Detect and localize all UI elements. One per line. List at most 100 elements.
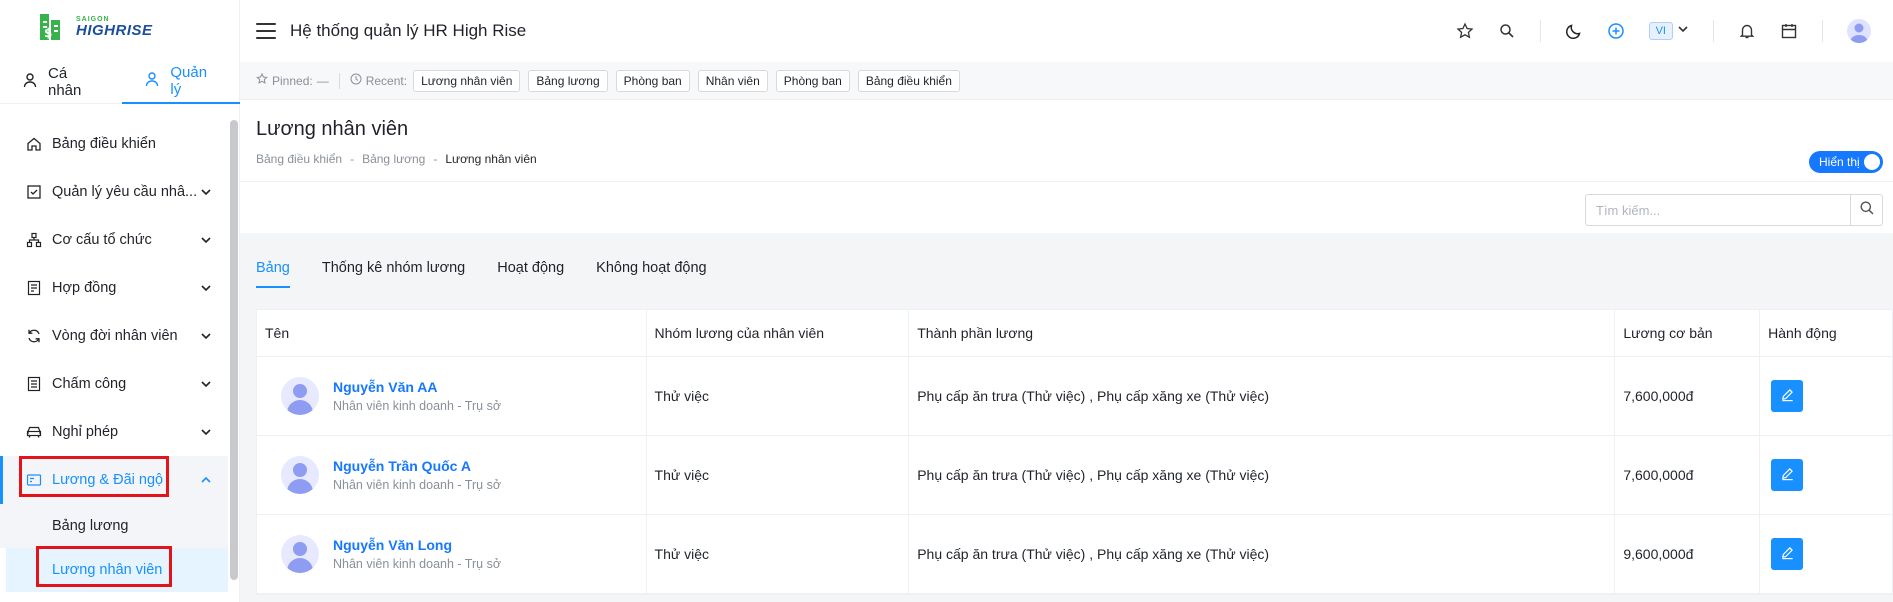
- page-header: Lương nhân viên Bảng điều khiển - Bảng l…: [240, 100, 1893, 182]
- search-input[interactable]: [1586, 195, 1850, 225]
- breadcrumb-separator: -: [433, 152, 438, 166]
- star-icon[interactable]: [1456, 22, 1474, 40]
- employee-avatar: [281, 377, 319, 415]
- edit-button[interactable]: [1771, 459, 1804, 491]
- edit-button[interactable]: [1771, 538, 1804, 570]
- tab-manager[interactable]: Quản lý: [122, 60, 240, 104]
- edit-button[interactable]: [1771, 380, 1804, 412]
- search-button[interactable]: [1850, 195, 1882, 225]
- column-header-salary-group[interactable]: Nhóm lương của nhân viên: [647, 310, 910, 356]
- sidebar-item-lifecycle[interactable]: Vòng đời nhân viên: [0, 312, 228, 360]
- tab-manager-label: Quản lý: [170, 64, 208, 98]
- search-icon[interactable]: [1498, 22, 1516, 40]
- cell-salary-components: Phụ cấp ăn trưa (Thử việc) , Phụ cấp xăn…: [909, 515, 1616, 593]
- breadcrumb-link[interactable]: Bảng lương: [362, 152, 425, 166]
- cell-salary-group: Thử việc: [647, 515, 910, 593]
- chevron-up-icon: [200, 474, 212, 486]
- brand-logo[interactable]: $ SAIGON HIGHRISE: [38, 12, 153, 42]
- tab-table[interactable]: Bảng: [256, 252, 290, 288]
- app-title: Hệ thống quản lý HR High Rise: [290, 21, 527, 40]
- recent-chip[interactable]: Phòng ban: [775, 69, 850, 92]
- pinned-recent-bar: Pinned: — Recent: Lương nhân viên Bảng l…: [240, 62, 1893, 100]
- employee-name-link[interactable]: Nguyễn Trần Quốc A: [333, 458, 501, 474]
- sidebar-item-label: Bảng điều khiển: [52, 136, 156, 152]
- recent-chip[interactable]: Lương nhân viên: [413, 69, 521, 92]
- pinned-section: Pinned: —: [256, 72, 329, 88]
- search-box: [1585, 194, 1883, 226]
- bell-icon[interactable]: [1738, 22, 1756, 40]
- employee-avatar: [281, 535, 319, 573]
- sidebar-subitem-payroll[interactable]: Bảng lương: [0, 504, 228, 548]
- page-title: Lương nhân viên: [256, 118, 409, 140]
- cell-salary-components: Phụ cấp ăn trưa (Thử việc) , Phụ cấp xăn…: [909, 436, 1616, 514]
- recent-chip[interactable]: Nhân viên: [697, 69, 768, 92]
- employee-name-link[interactable]: Nguyễn Văn AA: [333, 379, 501, 395]
- search-icon: [1859, 200, 1875, 221]
- user-avatar[interactable]: [1847, 19, 1871, 43]
- column-header-base-salary[interactable]: Lương cơ bản: [1615, 310, 1761, 356]
- mode-tabs: Cá nhân Quản lý: [0, 60, 240, 104]
- cell-employee: Nguyễn Văn Long Nhân viên kinh doanh - T…: [257, 515, 647, 593]
- top-header: Hệ thống quản lý HR High Rise VI: [240, 0, 1893, 62]
- car-icon: [26, 424, 42, 440]
- menu-toggle-icon[interactable]: [256, 23, 276, 39]
- search-row: [240, 183, 1893, 233]
- edit-icon: [1780, 387, 1795, 405]
- tab-salary-group-stats[interactable]: Thống kê nhóm lương: [322, 252, 465, 288]
- sidebar-item-label: Nghỉ phép: [52, 424, 119, 440]
- cell-base-salary: 9,600,000đ: [1615, 515, 1761, 593]
- tab-personal[interactable]: Cá nhân: [0, 60, 122, 104]
- tab-active[interactable]: Hoạt động: [497, 252, 564, 288]
- breadcrumb: Bảng điều khiển - Bảng lương - Lương nhâ…: [256, 152, 537, 166]
- cell-base-salary: 7,600,000đ: [1615, 436, 1761, 514]
- sidebar-item-requests[interactable]: Quản lý yêu cầu nhâ...: [0, 168, 228, 216]
- sidebar-item-label: Hợp đồng: [52, 280, 117, 296]
- column-header-components[interactable]: Thành phần lương: [909, 310, 1616, 356]
- table-row: Nguyễn Văn AA Nhân viên kinh doanh - Trụ…: [257, 357, 1892, 436]
- sidebar-scrollbar-thumb[interactable]: [230, 120, 238, 580]
- display-toggle[interactable]: Hiển thị: [1809, 151, 1883, 173]
- column-header-name[interactable]: Tên: [257, 310, 647, 356]
- plus-circle-icon[interactable]: [1607, 22, 1625, 40]
- sidebar-item-organization[interactable]: Cơ cấu tổ chức: [0, 216, 228, 264]
- sidebar-item-dashboard[interactable]: Bảng điều khiển: [0, 120, 228, 168]
- pinned-value: —: [316, 73, 329, 88]
- sidebar-item-contracts[interactable]: Hợp đồng: [0, 264, 228, 312]
- divider: [338, 72, 340, 89]
- cell-actions: [1760, 357, 1892, 435]
- breadcrumb-link[interactable]: Bảng điều khiển: [256, 152, 342, 166]
- chevron-down-icon: [200, 282, 212, 294]
- language-code: VI: [1648, 22, 1673, 40]
- tab-inactive[interactable]: Không hoạt động: [596, 252, 706, 288]
- recent-chip[interactable]: Bảng lương: [528, 69, 608, 92]
- sidebar-subitem-label: Lương nhân viên: [52, 562, 163, 578]
- calendar-icon[interactable]: [1780, 22, 1798, 40]
- recent-chip[interactable]: Bảng điều khiển: [857, 69, 960, 92]
- checkbox-icon: [26, 184, 42, 200]
- sidebar-item-leave[interactable]: Nghỉ phép: [0, 408, 228, 456]
- user-icon: [144, 71, 160, 91]
- sidebar-item-label: Vòng đời nhân viên: [52, 328, 178, 344]
- star-icon: [256, 72, 268, 88]
- table-row: Nguyễn Văn Long Nhân viên kinh doanh - T…: [257, 515, 1892, 594]
- recent-chip[interactable]: Phòng ban: [615, 69, 690, 92]
- sidebar-item-label: Quản lý yêu cầu nhâ...: [52, 184, 198, 200]
- cell-actions: [1760, 515, 1892, 593]
- divider: [1539, 20, 1541, 42]
- employee-position: Nhân viên kinh doanh - Trụ sở: [333, 399, 502, 413]
- recent-label: Recent:: [365, 73, 408, 88]
- cell-employee: Nguyễn Văn AA Nhân viên kinh doanh - Trụ…: [257, 357, 647, 435]
- language-selector[interactable]: VI: [1648, 22, 1689, 40]
- sidebar-item-attendance[interactable]: Chấm công: [0, 360, 228, 408]
- employee-name-link[interactable]: Nguyễn Văn Long: [333, 537, 501, 553]
- moon-icon[interactable]: [1565, 22, 1583, 40]
- brand-name: HIGHRISE: [76, 22, 153, 39]
- table-header-row: Tên Nhóm lương của nhân viên Thành phần …: [257, 310, 1892, 357]
- sidebar-scrollbar[interactable]: [230, 108, 238, 602]
- cell-salary-group: Thử việc: [647, 357, 910, 435]
- sidebar-subitem-employee-salary[interactable]: Lương nhân viên: [6, 548, 228, 592]
- column-header-actions: Hành động: [1768, 325, 1837, 341]
- chevron-down-icon: [200, 378, 212, 390]
- sidebar-item-compensation[interactable]: Lương & Đãi ngộ: [0, 456, 228, 504]
- tab-personal-label: Cá nhân: [48, 65, 82, 99]
